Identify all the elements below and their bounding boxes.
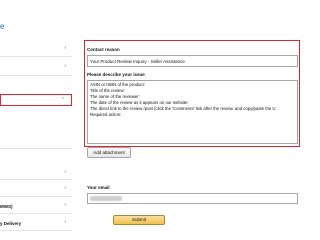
chevron-right-icon: › (64, 185, 66, 191)
sidebar-item-mws[interactable]: MWS) › (0, 197, 72, 214)
sidebar-item-label: MWS) (0, 204, 13, 209)
email-label: Your email (87, 185, 110, 190)
sidebar-item-3[interactable]: › (0, 165, 72, 180)
sidebar-item-2[interactable]: › (0, 57, 72, 76)
sidebar-item-1[interactable]: › (0, 40, 72, 57)
chevron-up-icon: ⌃ (60, 97, 65, 103)
email-field[interactable] (87, 193, 298, 204)
chevron-right-icon: › (64, 169, 66, 175)
issue-line: Required action: (90, 112, 122, 117)
sidebar-item-label: y Delivery (0, 221, 22, 226)
sidebar-item-4[interactable]: › (0, 180, 72, 197)
page-title: e (0, 22, 5, 31)
submit-button[interactable]: Submit (113, 215, 165, 225)
chevron-right-icon: › (64, 202, 66, 208)
issue-label: Please describe your issue (87, 72, 145, 77)
add-attachment-button[interactable]: Add attachment (87, 147, 131, 158)
chevron-right-icon: › (64, 219, 66, 225)
divider (0, 148, 72, 149)
sidebar-nav: › › ⌃ › › MWS) › y Delivery › (0, 40, 72, 240)
contact-reason-select[interactable]: Your Product Review Inquiry - Seller Ass… (87, 55, 298, 67)
sidebar-item-delivery[interactable]: y Delivery › (0, 214, 72, 231)
chevron-right-icon: › (64, 45, 66, 51)
issue-textarea[interactable]: ASIN or ISBN of the product: Title of th… (87, 80, 298, 144)
contact-reason-label: Contact reason (87, 47, 120, 52)
sidebar-item-expanded[interactable]: ⌃ (0, 94, 72, 106)
redacted-email (90, 196, 122, 201)
chevron-right-icon: › (64, 63, 66, 69)
